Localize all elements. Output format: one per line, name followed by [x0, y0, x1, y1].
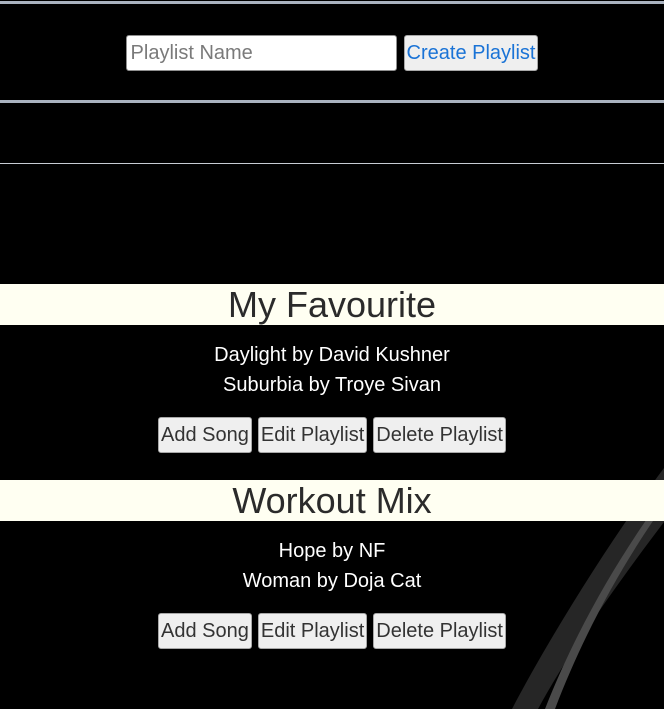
playlist-actions: Add Song Edit Playlist Delete Playlist	[0, 613, 664, 649]
song-item: Daylight by David Kushner	[214, 344, 450, 366]
playlist-name-input[interactable]	[125, 35, 397, 71]
playlist-card: Workout Mix Hope by NF Woman by Doja Cat…	[0, 480, 664, 649]
edit-playlist-button[interactable]: Edit Playlist	[257, 417, 368, 453]
playlist-actions: Add Song Edit Playlist Delete Playlist	[0, 417, 664, 453]
create-playlist-form: Create Playlist	[0, 35, 664, 71]
middle-divider	[0, 100, 664, 103]
create-playlist-button[interactable]: Create Playlist	[403, 35, 539, 71]
add-song-button[interactable]: Add Song	[158, 613, 252, 649]
song-item: Hope by NF	[278, 540, 386, 562]
song-list: Hope by NF Woman by Doja Cat	[0, 536, 664, 596]
edit-playlist-button[interactable]: Edit Playlist	[257, 613, 368, 649]
playlist-title: My Favourite	[0, 284, 664, 325]
thin-divider	[0, 163, 664, 164]
add-song-button[interactable]: Add Song	[158, 417, 252, 453]
song-list: Daylight by David Kushner Suburbia by Tr…	[0, 340, 664, 400]
song-item: Woman by Doja Cat	[242, 570, 422, 592]
playlist-title: Workout Mix	[0, 480, 664, 521]
song-item: Suburbia by Troye Sivan	[223, 374, 441, 396]
delete-playlist-button[interactable]: Delete Playlist	[373, 417, 506, 453]
playlist-card: My Favourite Daylight by David Kushner S…	[0, 284, 664, 453]
top-divider	[0, 1, 664, 4]
delete-playlist-button[interactable]: Delete Playlist	[373, 613, 506, 649]
